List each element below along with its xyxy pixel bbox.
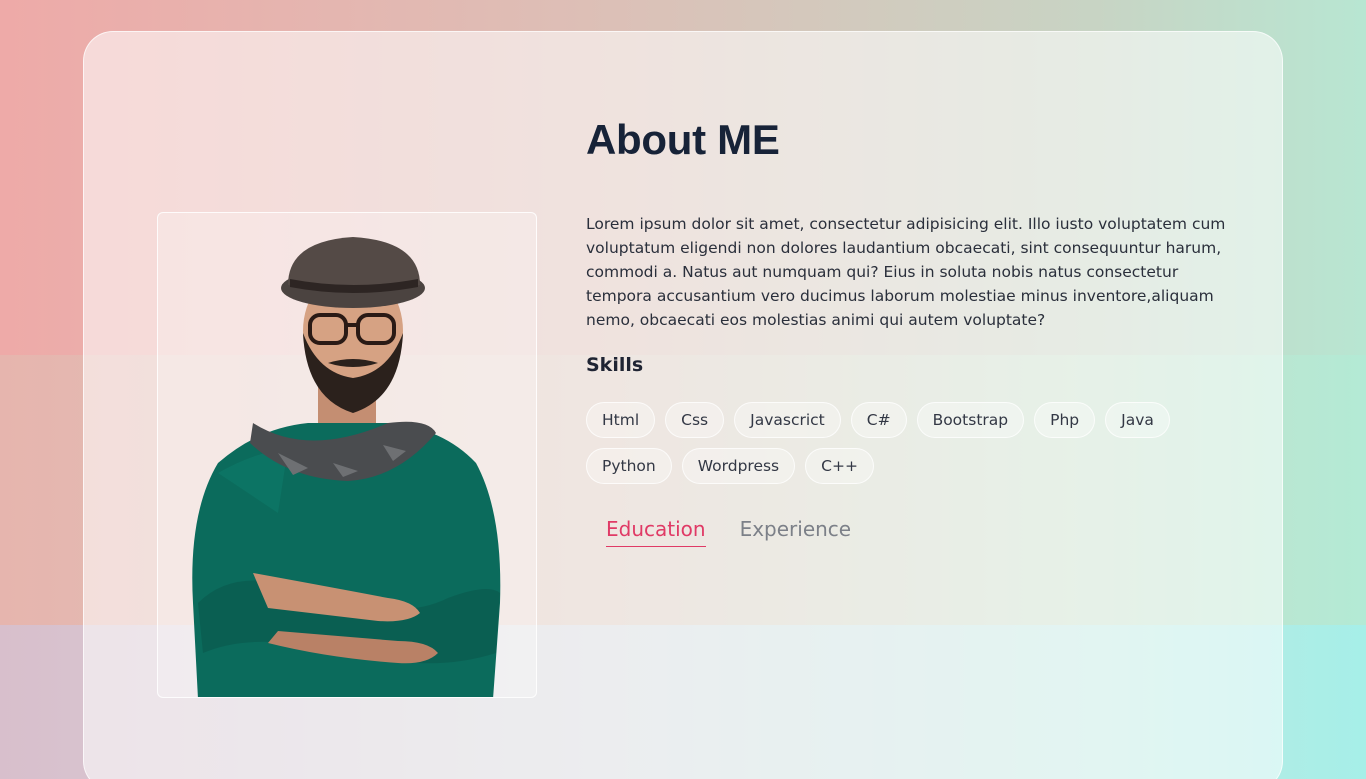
tab-education[interactable]: Education: [606, 517, 706, 547]
skill-chip: C++: [805, 448, 874, 484]
skill-chip: Php: [1034, 402, 1096, 438]
skill-chip: Python: [586, 448, 672, 484]
info-tabs: Education Experience: [606, 517, 851, 547]
skill-chip: Javascrict: [734, 402, 841, 438]
skills-heading: Skills: [586, 354, 644, 376]
skill-chip: Css: [665, 402, 725, 438]
skill-chip: Bootstrap: [916, 402, 1025, 438]
skill-chip: Wordpress: [681, 448, 796, 484]
skill-chip: C#: [850, 402, 907, 438]
bio-paragraph: Lorem ipsum dolor sit amet, consectetur …: [586, 215, 1226, 329]
person-portrait-icon: [192, 237, 501, 697]
skill-chip: Java: [1105, 402, 1170, 438]
skills-list: Html Css Javascrict C# Bootstrap Php Jav…: [586, 402, 1226, 484]
page-title: About ME: [586, 116, 780, 163]
skill-chip: Html: [586, 402, 656, 438]
tab-experience[interactable]: Experience: [740, 517, 852, 547]
profile-photo: [157, 212, 537, 698]
